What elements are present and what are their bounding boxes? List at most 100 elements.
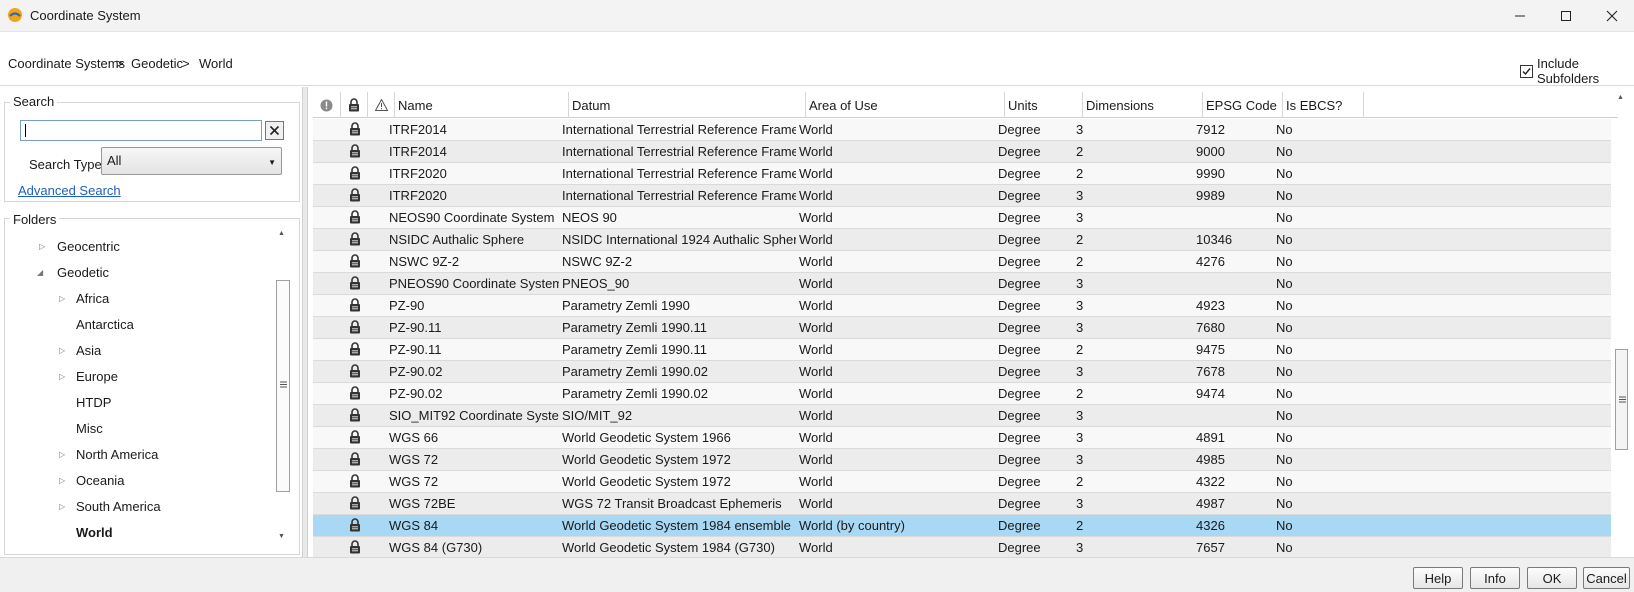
table-row[interactable]: PZ-90.02 Parametry Zemli 1990.02 World Degr… xyxy=(313,383,1611,405)
tree-item-asia[interactable]: Asia xyxy=(76,343,101,358)
cell-datum: SIO/MIT_92 xyxy=(562,408,633,423)
help-button[interactable]: Help xyxy=(1413,567,1463,589)
info-button[interactable]: Info xyxy=(1470,567,1520,589)
cell-epsg-code: 7678 xyxy=(1196,364,1225,379)
cancel-button[interactable]: Cancel xyxy=(1583,567,1630,589)
ok-button[interactable]: OK xyxy=(1527,567,1577,589)
include-subfolders-toggle[interactable]: Include Subfolders xyxy=(1520,56,1634,86)
table-row[interactable]: WGS 72 World Geodetic System 1972 World Deg… xyxy=(313,449,1611,471)
table-row[interactable]: ITRF2020 International Terrestrial Refere… xyxy=(313,185,1611,207)
minimize-icon xyxy=(1515,15,1525,17)
include-subfolders-checkbox[interactable] xyxy=(1520,64,1533,78)
cell-dimensions: 3 xyxy=(1076,364,1084,379)
search-type-select[interactable]: All ▼ xyxy=(101,147,282,175)
table-row[interactable]: WGS 72 World Geodetic System 1972 World Deg… xyxy=(313,471,1611,493)
table-row[interactable]: ITRF2014 International Terrestrial Refere… xyxy=(313,141,1611,163)
table-row[interactable]: PNEOS90 Coordinate System PNEOS_90 World De… xyxy=(313,273,1611,295)
scroll-up-arrow-icon[interactable]: ▲ xyxy=(1617,94,1624,101)
cell-units: Degree xyxy=(998,144,1041,159)
table-row[interactable]: NEOS90 Coordinate System NEOS 90 World Degr… xyxy=(313,207,1611,229)
close-button[interactable] xyxy=(1590,0,1634,32)
pane-splitter[interactable] xyxy=(302,87,308,557)
tree-item-misc[interactable]: Misc xyxy=(76,421,103,436)
cell-area-of-use: World xyxy=(799,166,833,181)
expand-arrow-icon[interactable]: ▷ xyxy=(59,346,65,355)
table-row[interactable]: WGS 66 World Geodetic System 1966 World Deg… xyxy=(313,427,1611,449)
cell-area-of-use: World xyxy=(799,298,833,313)
collapse-arrow-icon[interactable]: ◢ xyxy=(37,268,43,277)
cell-name: PZ-90 xyxy=(389,298,425,313)
column-header-dimensions[interactable]: Dimensions xyxy=(1083,92,1203,118)
cell-dimensions: 3 xyxy=(1076,210,1084,225)
column-header-datum[interactable]: Datum xyxy=(569,92,806,118)
cell-is-ebcs: No xyxy=(1276,276,1293,291)
maximize-icon xyxy=(1561,11,1571,21)
tree-item-htdp[interactable]: HTDP xyxy=(76,395,111,410)
cell-datum: WGS 72 Transit Broadcast Ephemeris xyxy=(562,496,782,511)
expand-arrow-icon[interactable]: ▷ xyxy=(59,502,65,511)
minimize-button[interactable] xyxy=(1498,0,1542,32)
grip-icon xyxy=(1619,396,1626,403)
table-row[interactable]: WGS 84 (G730) World Geodetic System 1984 … xyxy=(313,537,1611,557)
cell-is-ebcs: No xyxy=(1276,122,1293,137)
table-row[interactable]: ITRF2014 International Terrestrial Refere… xyxy=(313,119,1611,141)
table-row[interactable]: PZ-90.02 Parametry Zemli 1990.02 World Degr… xyxy=(313,361,1611,383)
table-row[interactable]: PZ-90 Parametry Zemli 1990 World Degree 3 492… xyxy=(313,295,1611,317)
column-header-warning[interactable] xyxy=(368,92,395,118)
maximize-button[interactable] xyxy=(1544,0,1588,32)
cell-area-of-use: World xyxy=(799,540,833,555)
table-row[interactable]: ITRF2020 International Terrestrial Refere… xyxy=(313,163,1611,185)
cell-epsg-code: 4322 xyxy=(1196,474,1225,489)
column-header-epsg-code[interactable]: EPSG Code xyxy=(1203,92,1283,118)
table-row[interactable]: PZ-90.11 Parametry Zemli 1990.11 World Degr… xyxy=(313,317,1611,339)
breadcrumb-item-geodetic[interactable]: Geodetic xyxy=(131,56,183,71)
table-row[interactable]: SIO_MIT92 Coordinate System SIO/MIT_92 Wor… xyxy=(313,405,1611,427)
column-header-info[interactable] xyxy=(313,92,341,118)
column-header-name[interactable]: Name xyxy=(395,92,569,118)
column-header-area-of-use[interactable]: Area of Use xyxy=(806,92,1005,118)
cell-datum: World Geodetic System 1984 ensemble xyxy=(562,518,791,533)
tree-item-antarctica[interactable]: Antarctica xyxy=(76,317,134,332)
expand-arrow-icon[interactable]: ▷ xyxy=(59,450,65,459)
column-header-is-ebcs[interactable]: Is EBCS? xyxy=(1283,92,1364,118)
advanced-search-link[interactable]: Advanced Search xyxy=(18,183,121,198)
tree-item-oceania[interactable]: Oceania xyxy=(76,473,124,488)
folders-scroll-thumb[interactable] xyxy=(276,280,290,492)
tree-item-geodetic[interactable]: Geodetic xyxy=(57,265,109,280)
tree-item-world[interactable]: World xyxy=(76,525,113,540)
cell-dimensions: 3 xyxy=(1076,298,1084,313)
cell-area-of-use: World xyxy=(799,210,833,225)
cell-dimensions: 3 xyxy=(1076,408,1084,423)
tree-item-geocentric[interactable]: Geocentric xyxy=(57,239,120,254)
expand-arrow-icon[interactable]: ▷ xyxy=(59,476,65,485)
table-scroll-thumb[interactable] xyxy=(1615,349,1628,450)
cell-area-of-use: World xyxy=(799,474,833,489)
expand-arrow-icon[interactable]: ▷ xyxy=(59,294,65,303)
lock-icon xyxy=(349,276,361,293)
cell-dimensions: 3 xyxy=(1076,452,1084,467)
scroll-up-arrow-icon[interactable]: ▲ xyxy=(278,230,285,237)
tree-item-africa[interactable]: Africa xyxy=(76,291,109,306)
column-header-lock[interactable] xyxy=(341,92,368,118)
clear-search-button[interactable] xyxy=(265,121,284,140)
table-scrollbar[interactable]: ▲ xyxy=(1612,92,1630,557)
tree-item-europe[interactable]: Europe xyxy=(76,369,118,384)
table-row[interactable]: WGS 84 World Geodetic System 1984 ensembl… xyxy=(313,515,1611,537)
table-row[interactable]: PZ-90.11 Parametry Zemli 1990.11 World Degr… xyxy=(313,339,1611,361)
breadcrumb-item-coordinate-systems[interactable]: Coordinate Systems xyxy=(8,56,125,71)
tree-item-south-america[interactable]: South America xyxy=(76,499,161,514)
table-row[interactable]: WGS 72BE WGS 72 Transit Broadcast Ephemer… xyxy=(313,493,1611,515)
cell-epsg-code: 7912 xyxy=(1196,122,1225,137)
cell-name: NSIDC Authalic Sphere xyxy=(389,232,525,247)
table-row[interactable]: NSWC 9Z-2 NSWC 9Z-2 World Degree 2 4276 No xyxy=(313,251,1611,273)
expand-arrow-icon[interactable]: ▷ xyxy=(39,242,45,251)
scroll-down-arrow-icon[interactable]: ▼ xyxy=(278,533,285,540)
search-input[interactable] xyxy=(20,120,262,141)
breadcrumb-item-world[interactable]: World xyxy=(199,56,233,71)
breadcrumb-bar: Coordinate Systems > Geodetic > World In… xyxy=(0,32,1634,86)
tree-item-north-america[interactable]: North America xyxy=(76,447,158,462)
expand-arrow-icon[interactable]: ▷ xyxy=(59,372,65,381)
cell-units: Degree xyxy=(998,122,1041,137)
table-row[interactable]: NSIDC Authalic Sphere NSIDC International… xyxy=(313,229,1611,251)
column-header-units[interactable]: Units xyxy=(1005,92,1083,118)
